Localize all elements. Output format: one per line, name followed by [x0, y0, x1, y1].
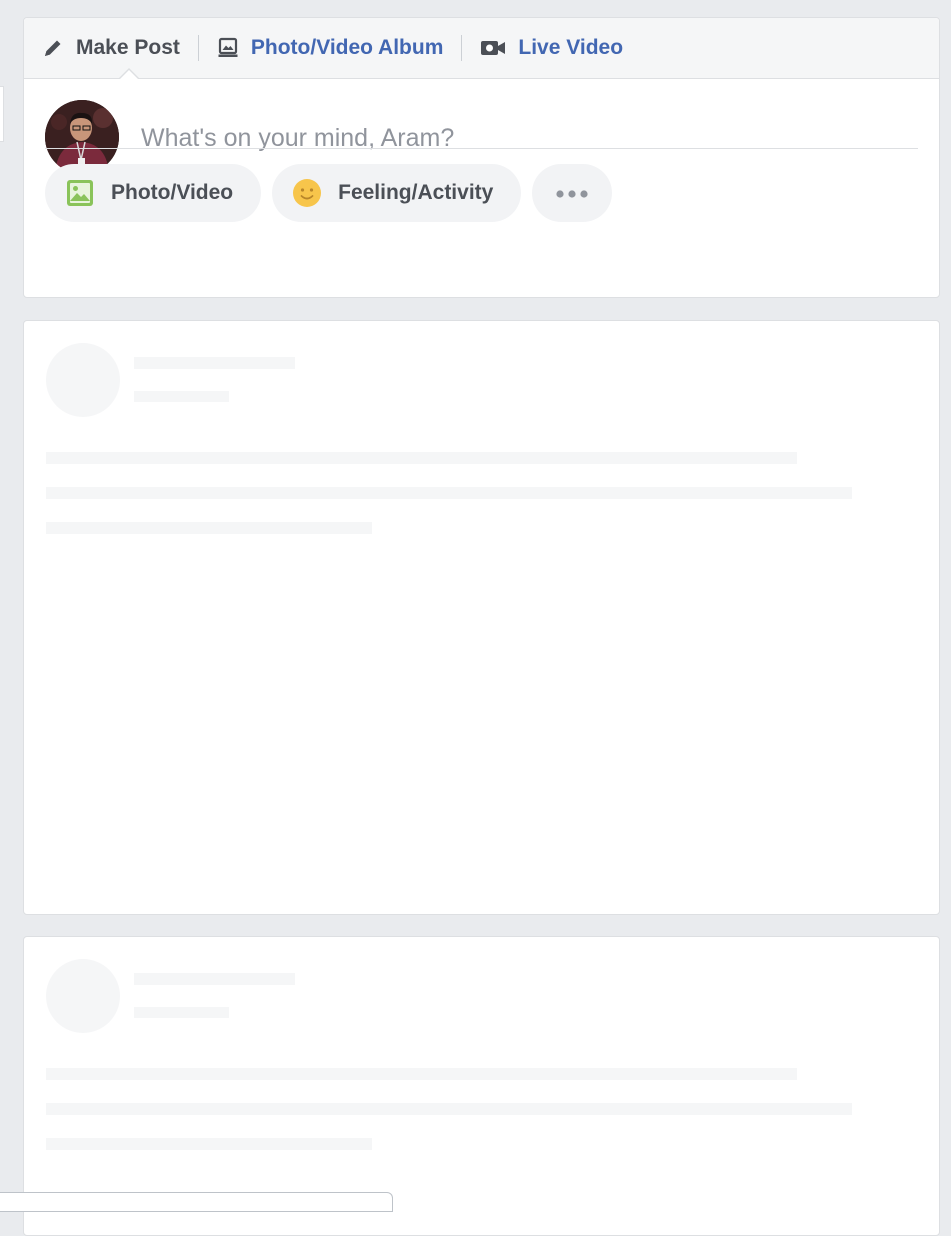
skeleton-text-line	[46, 487, 852, 499]
photo-album-icon	[217, 37, 239, 59]
composer-tabs: Make Post Photo/Video Album Live Video	[24, 18, 939, 80]
loading-post-card	[23, 936, 940, 1236]
tab-live-video-label: Live Video	[518, 36, 624, 59]
tab-photo-video-album-label: Photo/Video Album	[250, 36, 444, 59]
feeling-activity-button[interactable]: Feeling/Activity	[272, 164, 522, 222]
tab-separator	[197, 35, 199, 61]
tab-photo-video-album[interactable]: Photo/Video Album	[217, 36, 444, 60]
skeleton-text-line	[46, 1068, 797, 1080]
image-icon	[65, 178, 95, 208]
skeleton-name-line	[134, 357, 295, 369]
loading-post-card	[23, 320, 940, 915]
skeleton-text-line	[46, 522, 372, 534]
more-icon	[555, 181, 589, 205]
chat-tab-edge[interactable]	[0, 1192, 393, 1212]
tab-make-post-label: Make Post	[76, 36, 180, 59]
composer-divider	[45, 148, 918, 149]
skeleton-avatar	[46, 959, 120, 1033]
skeleton-text-line	[46, 1103, 852, 1115]
more-options-button[interactable]	[532, 164, 613, 222]
feeling-activity-label: Feeling/Activity	[338, 181, 494, 204]
composer-actions: Photo/Video Feeling/Activity	[45, 164, 623, 222]
photo-video-button[interactable]: Photo/Video	[45, 164, 262, 222]
photo-video-label: Photo/Video	[111, 181, 234, 204]
skeleton-meta-line	[134, 1007, 229, 1018]
tab-separator	[461, 35, 463, 61]
skeleton-name-line	[134, 973, 295, 985]
skeleton-text-line	[46, 1138, 372, 1150]
post-composer: Make Post Photo/Video Album Live Video W…	[23, 17, 940, 298]
skeleton-meta-line	[134, 391, 229, 402]
left-column-edge	[0, 86, 4, 142]
tab-make-post[interactable]: Make Post	[42, 36, 180, 60]
avatar[interactable]	[45, 100, 119, 174]
video-camera-icon	[480, 37, 506, 59]
tab-live-video[interactable]: Live Video	[480, 36, 623, 60]
skeleton-avatar	[46, 343, 120, 417]
skeleton-text-line	[46, 452, 797, 464]
pencil-icon	[42, 37, 64, 59]
smiley-icon	[292, 178, 322, 208]
